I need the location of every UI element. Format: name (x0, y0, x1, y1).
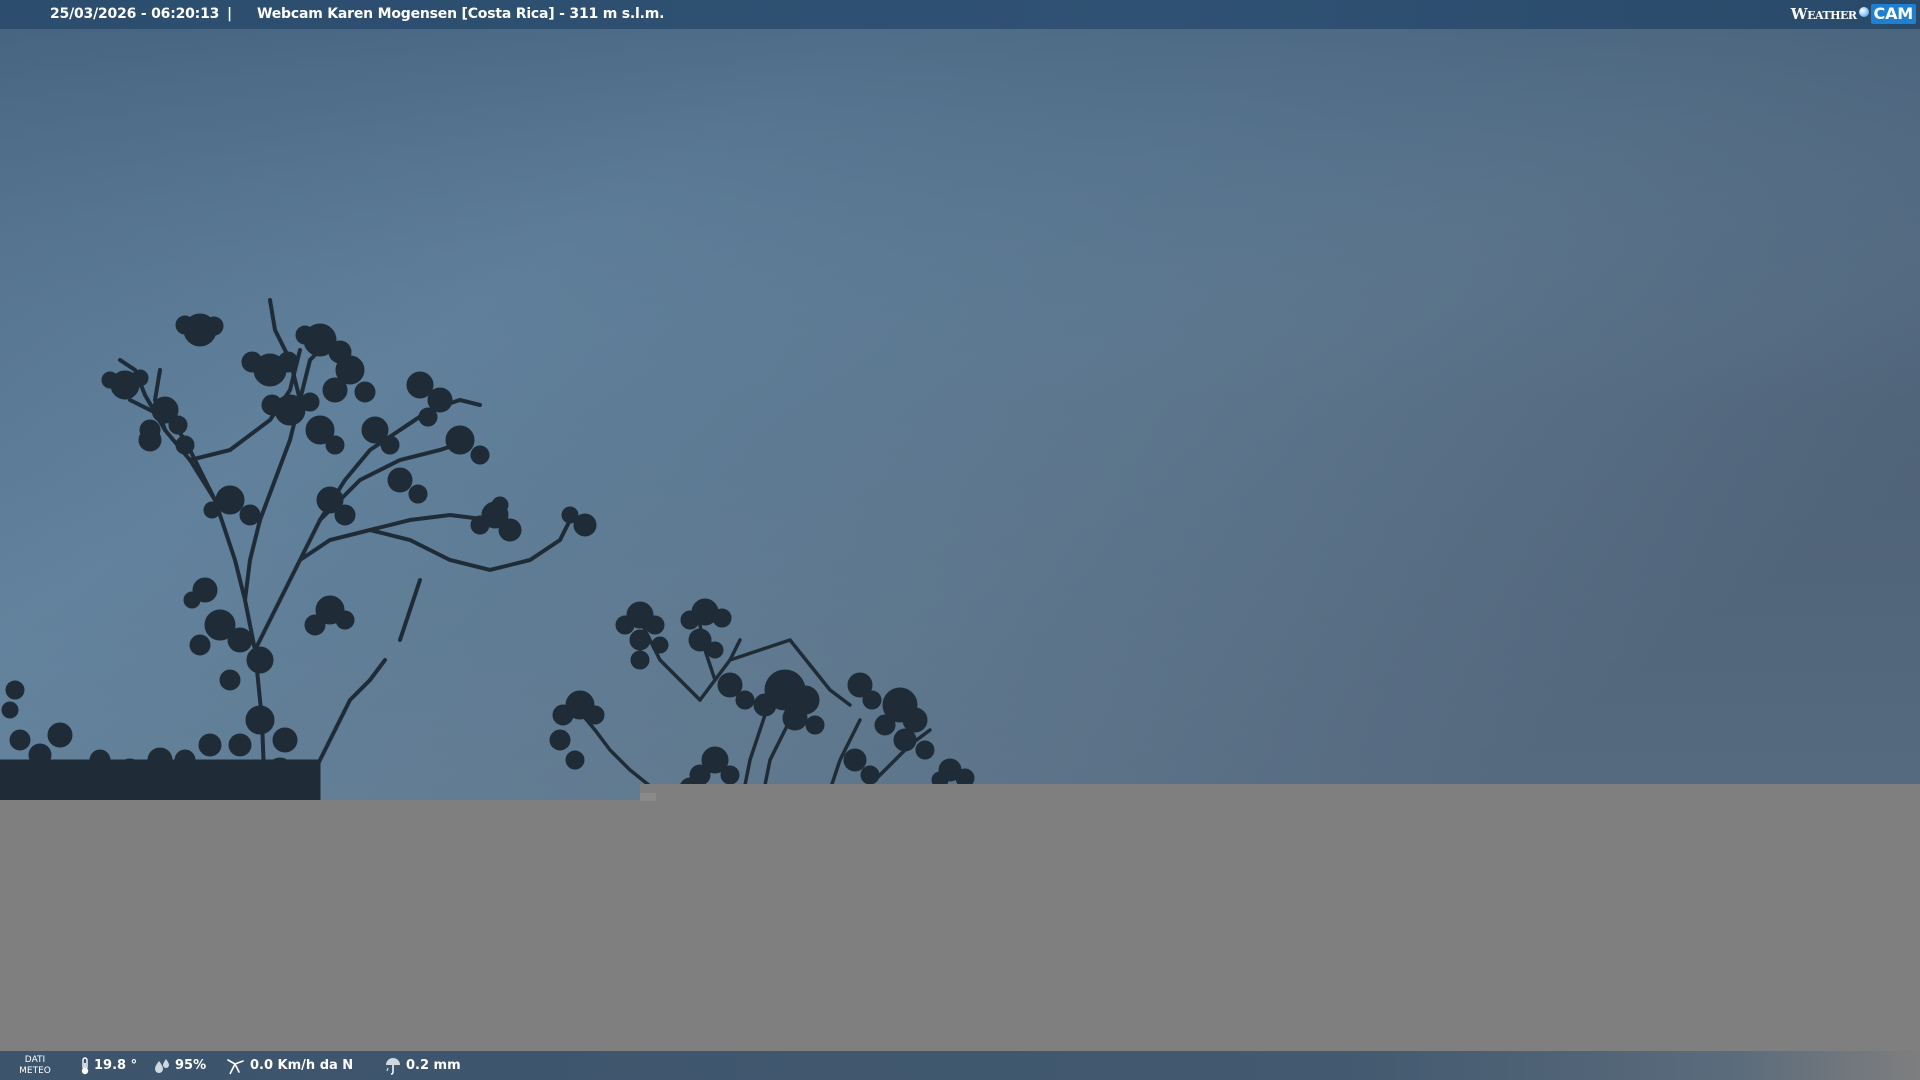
wind-readout: 0.0 Km/h da N (226, 1051, 353, 1080)
temperature-value: 19.8 ° (94, 1058, 138, 1073)
logo-globe-icon (1858, 7, 1869, 17)
logo-word-weather: Weather (1790, 4, 1857, 23)
webcam-image (0, 0, 1920, 1080)
rain-value: 0.2 mm (406, 1058, 461, 1073)
wind-value: 0.0 Km/h da N (250, 1058, 354, 1073)
temperature-readout: 19.8 ° (80, 1051, 137, 1080)
webcam-frame: 25/03/2026 - 06:20:13 | Webcam Karen Mog… (0, 0, 1920, 1080)
logo-word-cam: CAM (1870, 4, 1916, 24)
webcam-title: Webcam Karen Mogensen [Costa Rica] - 311… (257, 6, 665, 22)
weathercam-logo: Weather CAM (1791, 3, 1916, 25)
header-separator: | (227, 6, 232, 22)
humidity-drops-icon (153, 1058, 171, 1074)
weather-data-label: DATI METEO (19, 1055, 51, 1076)
rain-icon (384, 1057, 402, 1075)
thermometer-icon (80, 1056, 90, 1075)
rain-readout: 0.2 mm (384, 1051, 461, 1080)
humidity-readout: 95% (153, 1051, 206, 1080)
webcam-header-bar: 25/03/2026 - 06:20:13 | Webcam Karen Mog… (0, 0, 1920, 29)
weather-data-bar: DATI METEO 19.8 ° 95% 0.0 Km/h da N 0.2 … (0, 1051, 1920, 1080)
wind-icon (226, 1057, 246, 1075)
humidity-value: 95% (175, 1058, 207, 1073)
capture-datetime: 25/03/2026 - 06:20:13 (50, 6, 220, 22)
